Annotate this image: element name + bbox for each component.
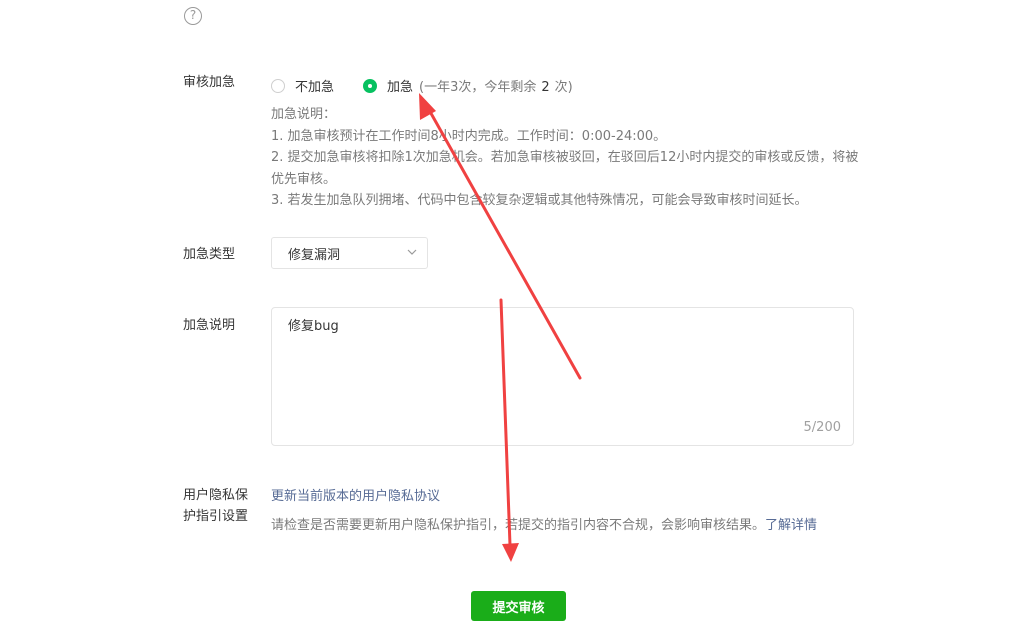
urgent-description: 加急说明： 1. 加急审核预计在工作时间8小时内完成。工作时间：0:00-24:…	[271, 104, 861, 212]
quota-prefix: (一年3次，今年剩余	[419, 80, 537, 95]
urgent-desc-textarea[interactable]: 修复bug 5/200	[271, 307, 854, 446]
radio-label-urgent: 加急	[387, 80, 414, 95]
urgent-type-value: 修复漏洞	[288, 248, 341, 263]
quota-count: 2	[541, 80, 550, 95]
desc-line-2: 2. 提交加急审核将扣除1次加急机会。若加急审核被驳回，在驳回后12小时内提交的…	[271, 150, 859, 187]
urgent-desc-text: 修复bug	[288, 319, 339, 334]
chevron-down-icon	[407, 249, 417, 255]
radio-label-not-urgent: 不加急	[295, 80, 335, 95]
urgent-desc-label: 加急说明	[183, 318, 236, 333]
privacy-setting-label: 用户隐私保护指引设置	[183, 488, 249, 524]
radio-circle-unchecked	[271, 78, 285, 93]
urgent-type-select[interactable]: 修复漏洞	[271, 237, 428, 269]
radio-urgent[interactable]: 加急 (一年3次，今年剩余 2 次)	[363, 76, 573, 95]
quota-suffix: 次)	[554, 80, 573, 95]
privacy-note-text: 请检查是否需要更新用户隐私保护指引，若提交的指引内容不合规，会影响审核结果。	[271, 518, 766, 533]
help-icon[interactable]: ?	[184, 7, 202, 25]
audit-submit-page: ? 审核加急 不加急 加急 (一年3次，今年剩余 2 次) 加急说明： 1. 加急审…	[0, 0, 1033, 638]
char-count: 5/200	[803, 420, 841, 435]
radio-circle-checked	[363, 78, 377, 93]
desc-line-3: 3. 若发生加急队列拥堵、代码中包含较复杂逻辑或其他特殊情况，可能会导致审核时间…	[271, 193, 808, 208]
radio-not-urgent[interactable]: 不加急	[271, 76, 334, 95]
urgent-type-label: 加急类型	[183, 247, 236, 262]
submit-review-button[interactable]: 提交审核	[471, 591, 566, 621]
urgent-quota: (一年3次，今年剩余 2 次)	[419, 76, 573, 95]
urgent-review-label: 审核加急	[183, 75, 236, 90]
learn-more-link[interactable]: 了解详情	[765, 518, 817, 533]
desc-title: 加急说明：	[271, 107, 337, 122]
privacy-note: 请检查是否需要更新用户隐私保护指引，若提交的指引内容不合规，会影响审核结果。了解…	[271, 514, 817, 533]
desc-line-1: 1. 加急审核预计在工作时间8小时内完成。工作时间：0:00-24:00。	[271, 128, 667, 144]
update-privacy-link[interactable]: 更新当前版本的用户隐私协议	[271, 485, 440, 504]
